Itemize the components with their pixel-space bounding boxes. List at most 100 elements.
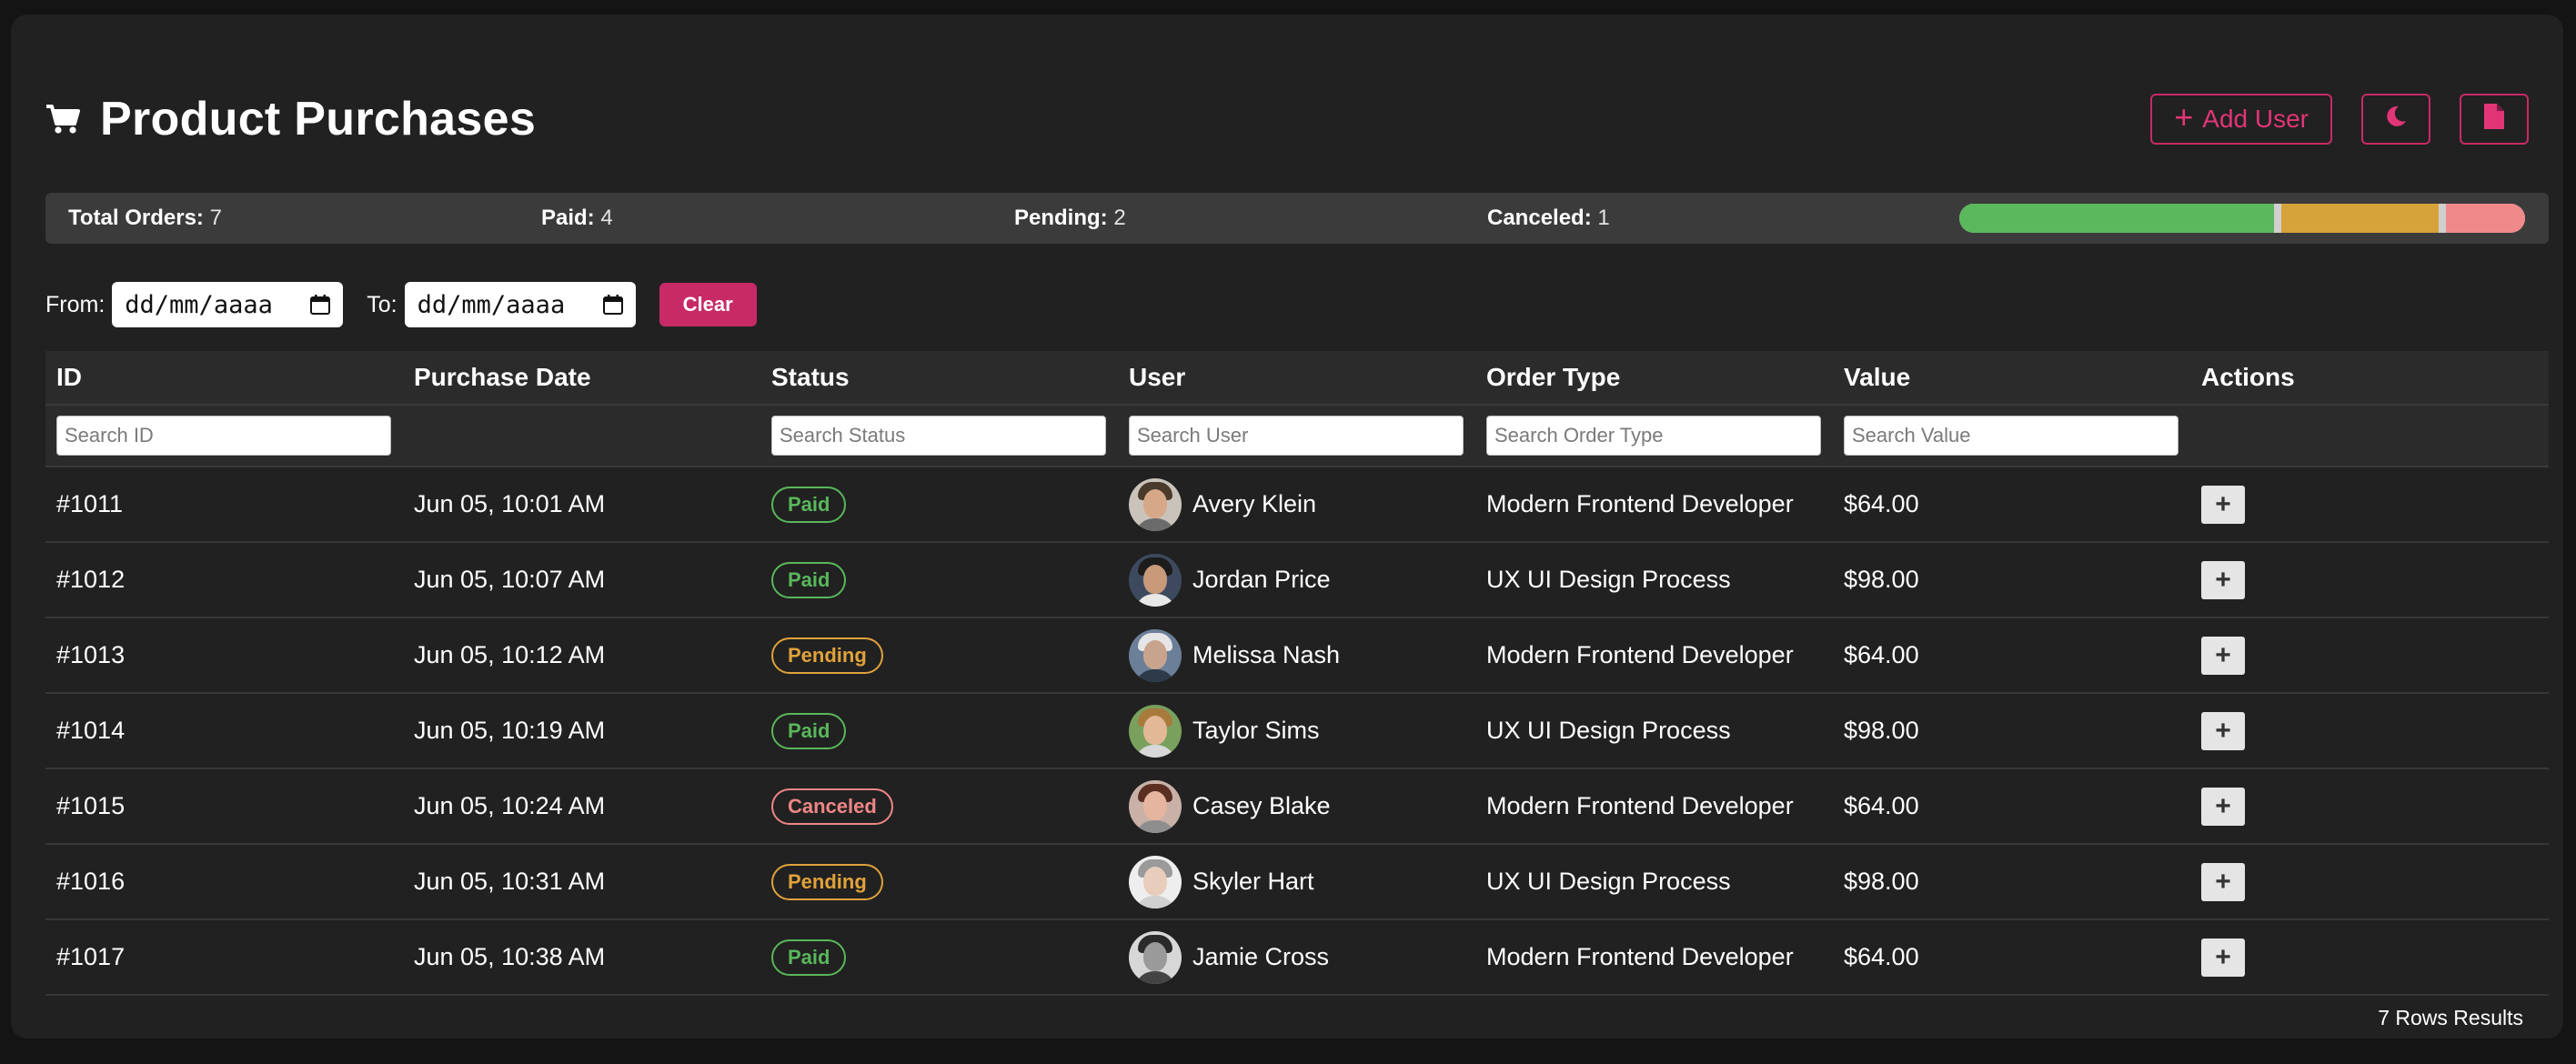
cell-value: $64.00 — [1844, 641, 1919, 668]
user-name: Jordan Price — [1192, 566, 1331, 593]
paid-stat: Paid: 4 — [541, 206, 613, 231]
cell-status: Paid — [760, 561, 1118, 598]
cell-value: $98.00 — [1844, 717, 1919, 744]
cell-purchase-date: Jun 05, 10:07 AM — [414, 566, 606, 593]
cell-status: Paid — [760, 486, 1118, 523]
cell-order-type: UX UI Design Process — [1486, 566, 1731, 593]
expand-row-button[interactable]: + — [2201, 787, 2245, 826]
status-badge: Paid — [771, 939, 847, 976]
cell-purchase-date: Jun 05, 10:01 AM — [414, 490, 606, 517]
cell-value: $64.00 — [1844, 943, 1919, 970]
header-actions: + Add User — [2150, 94, 2529, 145]
add-user-button[interactable]: + Add User — [2150, 94, 2332, 145]
table-header: ID Purchase Date Status User Order Type … — [45, 351, 2549, 404]
cell-order-type: Modern Frontend Developer — [1486, 943, 1794, 970]
column-header-id[interactable]: ID — [45, 363, 403, 392]
cell-id: #1016 — [56, 868, 126, 895]
user-info: Melissa Nash — [1129, 628, 1475, 682]
expand-row-button[interactable]: + — [2201, 560, 2245, 599]
export-button[interactable] — [2460, 94, 2529, 145]
cell-value: $64.00 — [1844, 792, 1919, 819]
user-name: Taylor Sims — [1192, 717, 1320, 744]
avatar — [1129, 855, 1182, 908]
page-header: Product Purchases + Add User — [45, 78, 2529, 160]
expand-row-button[interactable]: + — [2201, 862, 2245, 901]
table-row: #1013 Jun 05, 10:12 AM Pending Melissa N… — [45, 618, 2549, 694]
status-badge: Pending — [771, 863, 883, 900]
avatar — [1129, 779, 1182, 833]
column-header-order-type[interactable]: Order Type — [1475, 363, 1833, 392]
cell-purchase-date: Jun 05, 10:38 AM — [414, 943, 606, 970]
search-user-input[interactable] — [1129, 416, 1464, 456]
table-row: #1016 Jun 05, 10:31 AM Pending Skyler Ha… — [45, 845, 2549, 920]
to-date-input[interactable]: dd/mm/aaaa — [404, 282, 636, 327]
user-info: Casey Blake — [1129, 779, 1475, 833]
user-name: Skyler Hart — [1192, 868, 1314, 895]
pending-label: Pending: — [1014, 206, 1108, 230]
search-cell-value — [1833, 416, 2190, 456]
calendar-icon[interactable] — [602, 295, 623, 315]
cell-id: #1012 — [56, 566, 126, 593]
search-id-input[interactable] — [56, 416, 391, 456]
total-orders-value: 7 — [209, 206, 222, 230]
paid-value: 4 — [600, 206, 613, 230]
progress-divider — [2439, 204, 2447, 233]
cell-actions: + — [2190, 485, 2549, 524]
cell-id: #1014 — [56, 717, 126, 744]
order-summary: Total Orders: 7 Paid: 4 Pending: 2 Cance… — [45, 193, 2549, 244]
cart-icon — [45, 104, 80, 135]
cell-status: Paid — [760, 712, 1118, 749]
user-info: Taylor Sims — [1129, 704, 1475, 758]
page-title: Product Purchases — [100, 93, 537, 146]
cell-status: Canceled — [760, 788, 1118, 825]
search-value-input[interactable] — [1844, 416, 2179, 456]
progress-divider — [2274, 204, 2282, 233]
user-info: Skyler Hart — [1129, 855, 1475, 908]
user-name: Avery Klein — [1192, 490, 1317, 517]
user-name: Melissa Nash — [1192, 641, 1341, 668]
theme-toggle-button[interactable] — [2361, 94, 2430, 145]
cell-purchase-date: Jun 05, 10:31 AM — [414, 868, 606, 895]
pending-value: 2 — [1113, 206, 1126, 230]
status-progress-bar — [1959, 204, 2525, 233]
expand-row-button[interactable]: + — [2201, 938, 2245, 977]
cell-status: Pending — [760, 863, 1118, 900]
column-header-value[interactable]: Value — [1833, 363, 2190, 392]
table-row: #1017 Jun 05, 10:38 AM Paid Jamie Cross … — [45, 920, 2549, 996]
expand-row-button[interactable]: + — [2201, 711, 2245, 750]
cell-status: Paid — [760, 939, 1118, 976]
status-badge: Paid — [771, 486, 847, 523]
column-header-status[interactable]: Status — [760, 363, 1118, 392]
clear-button[interactable]: Clear — [659, 283, 757, 326]
paid-label: Paid: — [541, 206, 595, 230]
canceled-stat: Canceled: 1 — [1487, 206, 1610, 231]
search-cell-id — [45, 416, 403, 456]
user-name: Jamie Cross — [1192, 943, 1330, 970]
from-date-input[interactable]: dd/mm/aaaa — [112, 282, 344, 327]
total-orders-label: Total Orders: — [68, 206, 204, 230]
cell-order-type: Modern Frontend Developer — [1486, 641, 1794, 668]
from-date-value: dd/mm/aaaa — [125, 290, 273, 319]
cell-order-type: Modern Frontend Developer — [1486, 490, 1794, 517]
cell-id: #1015 — [56, 792, 126, 819]
cell-user: Avery Klein — [1118, 477, 1475, 531]
row-count: 7 Rows Results — [2378, 1006, 2523, 1029]
column-header-actions: Actions — [2201, 363, 2295, 391]
canceled-label: Canceled: — [1487, 206, 1592, 230]
status-badge: Pending — [771, 637, 883, 674]
column-header-purchase-date[interactable]: Purchase Date — [403, 363, 760, 392]
cell-id: #1011 — [56, 490, 124, 517]
table-row: #1014 Jun 05, 10:19 AM Paid Taylor Sims … — [45, 694, 2549, 769]
column-header-user[interactable]: User — [1118, 363, 1475, 392]
search-order-type-input[interactable] — [1486, 416, 1821, 456]
expand-row-button[interactable]: + — [2201, 636, 2245, 675]
cell-id: #1017 — [56, 943, 126, 970]
search-status-input[interactable] — [771, 416, 1106, 456]
canceled-value: 1 — [1597, 206, 1610, 230]
add-user-label: Add User — [2202, 105, 2309, 133]
calendar-icon[interactable] — [310, 295, 331, 315]
cell-actions: + — [2190, 636, 2549, 675]
expand-row-button[interactable]: + — [2201, 485, 2245, 524]
pending-stat: Pending: 2 — [1014, 206, 1126, 231]
cell-order-type: UX UI Design Process — [1486, 868, 1731, 895]
